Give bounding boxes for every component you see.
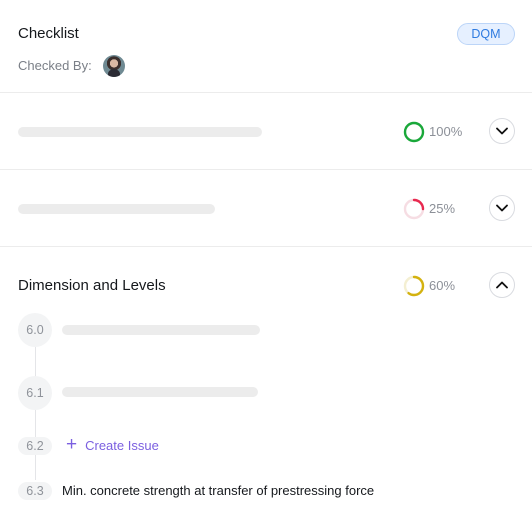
progress-ring-icon [403,275,425,297]
chevron-down-icon [496,204,508,212]
checklist-section[interactable]: 25% [0,170,532,247]
step-number: 6.3 [18,482,52,500]
progress-ring-icon [403,121,425,143]
step-text-placeholder [62,325,260,335]
step-number: 6.2 [18,437,52,455]
expand-button[interactable] [489,195,515,221]
create-issue-button[interactable]: + Create Issue [66,434,159,455]
section-title-placeholder [18,204,215,214]
section-title-placeholder [18,127,262,137]
collapse-button[interactable] [489,272,515,298]
expand-button[interactable] [489,118,515,144]
checklist-section-expanded: Dimension and Levels 60% [0,247,532,521]
step-text-placeholder [62,387,258,397]
progress-ring-icon [403,198,425,220]
section-title[interactable]: Dimension and Levels [18,277,166,294]
step-text: Min. concrete strength at transfer of pr… [62,483,375,498]
avatar[interactable] [103,55,125,77]
page-title: Checklist [18,25,79,42]
chevron-down-icon [496,127,508,135]
progress-percent: 60% [429,278,456,293]
progress-percent: 100% [429,124,463,139]
plus-icon: + [66,434,78,455]
step-number: 6.1 [18,376,52,410]
step-number: 6.0 [18,313,52,347]
checked-by-label: Checked By: [18,58,92,73]
checklist-header: Checklist DQM Checked By: [0,0,532,93]
checklist-section[interactable]: 100% [0,93,532,170]
progress-percent: 25% [429,201,456,216]
chevron-up-icon [496,281,508,289]
create-issue-label: Create Issue [85,437,159,453]
status-badge: DQM [457,23,515,45]
